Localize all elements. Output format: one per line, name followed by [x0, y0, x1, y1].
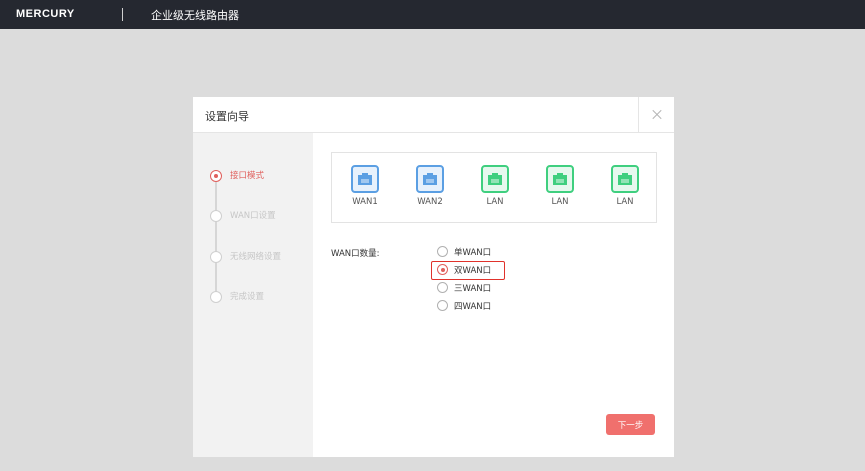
radio-circle-icon[interactable]	[437, 282, 448, 293]
top-bar: MERCURY 企业级无线路由器	[0, 0, 865, 29]
step-dot-icon	[210, 210, 222, 222]
brand-logo: MERCURY	[16, 8, 75, 20]
wizard-steps: 接口模式 WAN口设置 无线网络设置 完成设置	[193, 133, 313, 457]
port-label: WAN2	[417, 197, 443, 207]
step-label: WAN口设置	[230, 211, 276, 221]
step-label: 完成设置	[230, 292, 265, 302]
ethernet-port-icon	[416, 165, 444, 193]
setup-wizard-dialog: 设置向导 接口模式 WAN口设置 无线网络设置 完成设置 WAN1 WAN2 L…	[193, 97, 674, 457]
port-label: LAN	[486, 197, 504, 207]
ethernet-port-icon	[481, 165, 509, 193]
port-label: WAN1	[352, 197, 378, 207]
step-dot-icon	[210, 170, 222, 182]
close-icon[interactable]	[638, 97, 674, 133]
step-label: 无线网络设置	[230, 252, 282, 262]
step-dot-icon	[210, 251, 222, 263]
radio-circle-icon[interactable]	[437, 246, 448, 257]
wan-count-label: WAN口数量:	[331, 249, 380, 259]
header-divider	[122, 8, 123, 21]
radio-label: 单WAN口	[454, 248, 492, 258]
step-connector	[215, 176, 217, 296]
port-label: LAN	[616, 197, 634, 207]
step-label: 接口模式	[230, 171, 265, 181]
port-panel: WAN1 WAN2 LAN LAN LAN	[331, 152, 657, 223]
next-button[interactable]: 下一步	[606, 414, 655, 435]
port-lan2: LAN	[540, 165, 580, 207]
radio-circle-icon[interactable]	[437, 300, 448, 311]
dialog-title: 设置向导	[205, 110, 249, 123]
radio-label: 三WAN口	[454, 284, 492, 294]
ethernet-port-icon	[351, 165, 379, 193]
radio-circle-icon[interactable]	[437, 264, 448, 275]
port-label: LAN	[551, 197, 569, 207]
radio-label: 双WAN口	[454, 266, 492, 276]
port-wan1: WAN1	[345, 165, 385, 207]
dialog-header: 设置向导	[193, 97, 674, 133]
port-lan3: LAN	[605, 165, 645, 207]
port-wan2: WAN2	[410, 165, 450, 207]
ethernet-port-icon	[611, 165, 639, 193]
ethernet-port-icon	[546, 165, 574, 193]
radio-label: 四WAN口	[454, 302, 492, 312]
step-dot-icon	[210, 291, 222, 303]
port-lan1: LAN	[475, 165, 515, 207]
product-name: 企业级无线路由器	[151, 9, 239, 22]
